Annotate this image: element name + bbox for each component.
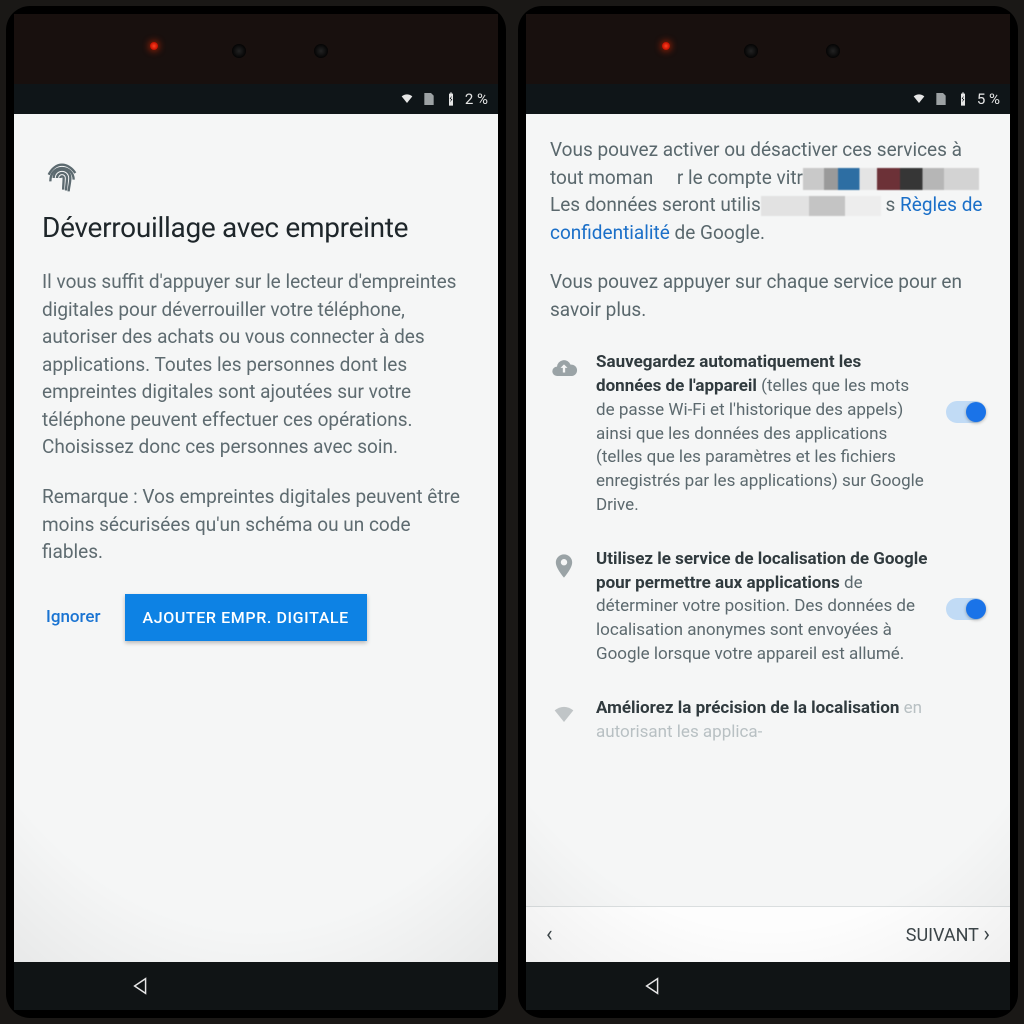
next-button[interactable]: SUIVANT › bbox=[906, 922, 990, 947]
bezel-top bbox=[526, 14, 1010, 84]
wifi-icon bbox=[399, 91, 415, 107]
notification-led bbox=[662, 42, 670, 50]
body-paragraph: Il vous suffit d'appuyer sur le lecteur … bbox=[42, 268, 470, 461]
notification-led bbox=[150, 42, 158, 50]
phone-right: 5 % Vous pouvez activer ou désactiver ce… bbox=[518, 6, 1018, 1018]
screen: Déverrouillage avec empreinte Il vous su… bbox=[14, 114, 498, 962]
back-button[interactable]: ‹ bbox=[546, 922, 553, 947]
skip-button[interactable]: Ignorer bbox=[46, 607, 101, 627]
service-backup-switch[interactable] bbox=[946, 401, 986, 423]
service-location[interactable]: Utilisez le service de localisation de G… bbox=[550, 548, 986, 667]
service-location-text: Utilisez le service de localisation de G… bbox=[596, 548, 928, 667]
phone-left: 2 % Déverrouillage avec empreinte Il vou… bbox=[6, 6, 506, 1018]
redacted-email bbox=[803, 168, 979, 190]
status-bar: 2 % bbox=[14, 84, 498, 114]
battery-charging-icon bbox=[443, 91, 459, 107]
cloud-upload-icon bbox=[550, 355, 578, 387]
android-navbar bbox=[526, 962, 1010, 1010]
service-backup[interactable]: Sauvegardez automatiquement les données … bbox=[550, 351, 986, 518]
bezel-top bbox=[14, 14, 498, 84]
page-title: Déverrouillage avec empreinte bbox=[42, 212, 470, 244]
wifi-icon bbox=[911, 91, 927, 107]
tap-hint: Vous pouvez appuyer sur chaque service p… bbox=[550, 268, 986, 323]
wifi-dim-icon bbox=[550, 701, 578, 733]
services-list: Sauvegardez automatiquement les données … bbox=[550, 351, 986, 744]
service-location-switch[interactable] bbox=[946, 598, 986, 620]
front-camera bbox=[232, 44, 246, 58]
battery-percent: 2 % bbox=[465, 90, 488, 108]
battery-charging-icon bbox=[955, 91, 971, 107]
front-camera bbox=[744, 44, 758, 58]
service-backup-text: Sauvegardez automatiquement les données … bbox=[596, 351, 928, 518]
fingerprint-icon bbox=[42, 158, 470, 202]
status-bar: 5 % bbox=[526, 84, 1010, 114]
android-navbar bbox=[14, 962, 498, 1010]
button-row: Ignorer AJOUTER EMPR. DIGITALE bbox=[42, 588, 470, 651]
back-nav-icon[interactable] bbox=[130, 975, 152, 997]
back-nav-icon[interactable] bbox=[642, 975, 664, 997]
sensor bbox=[314, 44, 328, 58]
remark-paragraph: Remarque : Vos empreintes digitales peuv… bbox=[42, 483, 470, 566]
add-fingerprint-button[interactable]: AJOUTER EMPR. DIGITALE bbox=[125, 594, 367, 641]
battery-percent: 5 % bbox=[977, 90, 1000, 108]
redacted-text bbox=[761, 196, 881, 216]
screen: Vous pouvez activer ou désactiver ces se… bbox=[526, 114, 1010, 962]
service-location-accuracy[interactable]: Améliorez la précision de la localisatio… bbox=[550, 697, 986, 745]
location-pin-icon bbox=[550, 552, 578, 584]
footer-bar: ‹ SUIVANT › bbox=[526, 906, 1010, 962]
service-accuracy-text: Améliorez la précision de la localisatio… bbox=[596, 697, 986, 745]
sim-icon bbox=[933, 91, 949, 107]
sensor bbox=[826, 44, 840, 58]
sim-icon bbox=[421, 91, 437, 107]
services-intro: Vous pouvez activer ou désactiver ces se… bbox=[550, 136, 986, 246]
